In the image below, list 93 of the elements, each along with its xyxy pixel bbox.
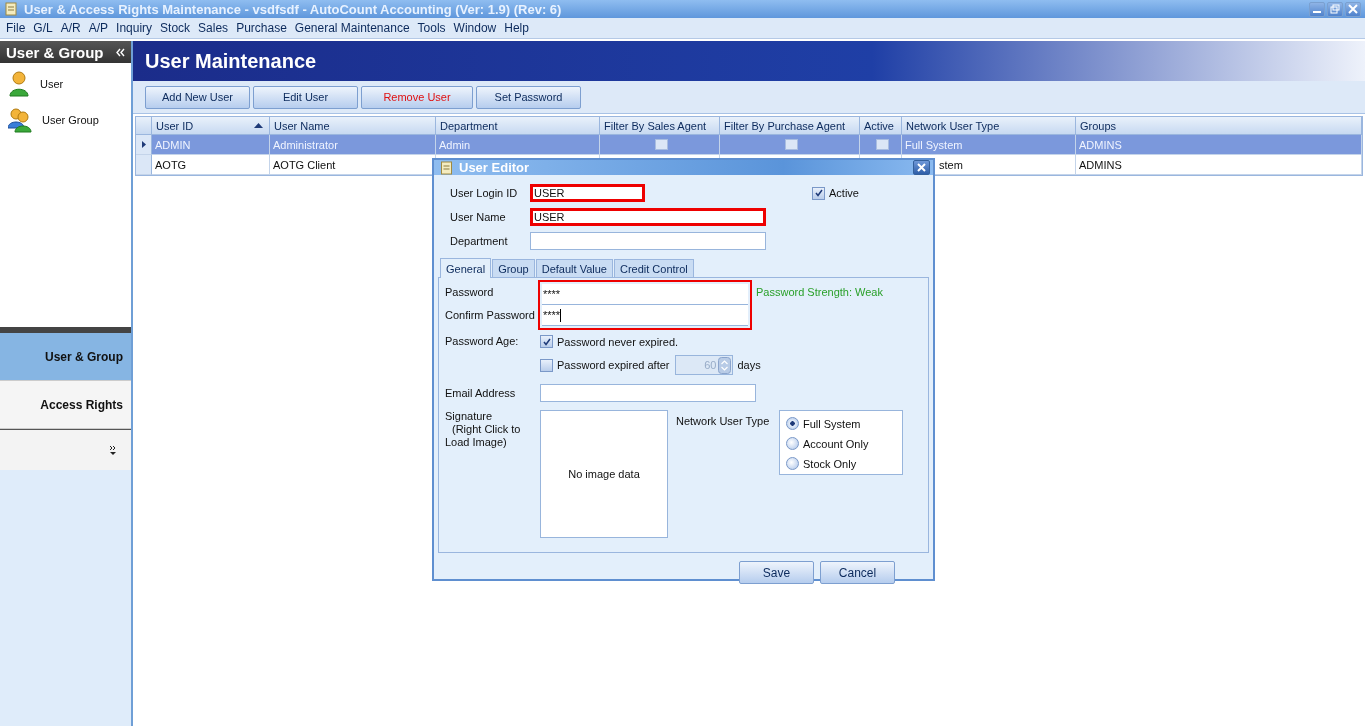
login-id-field[interactable]: USER: [530, 184, 645, 202]
tab[interactable]: General: [440, 258, 492, 278]
sidebar-title: User & Group: [6, 43, 104, 61]
column-header[interactable]: User ID: [152, 117, 270, 135]
menu-item[interactable]: File: [2, 21, 30, 35]
radio-button[interactable]: Account Only: [786, 437, 902, 450]
sidebar-item[interactable]: User: [8, 69, 123, 99]
notepad-icon: [440, 160, 453, 175]
signature-image-area[interactable]: No image data: [540, 410, 668, 538]
minimize-icon: [1313, 11, 1321, 13]
email-field[interactable]: [540, 384, 756, 402]
field-label: Department: [450, 235, 509, 247]
menu-item[interactable]: A/R: [56, 21, 85, 35]
menu-item[interactable]: General Maintenance: [290, 21, 414, 35]
column-header[interactable]: Active: [860, 117, 902, 135]
menu-item[interactable]: Tools: [413, 21, 450, 35]
radio-button[interactable]: Full System: [786, 417, 902, 430]
password-field[interactable]: ****: [542, 284, 748, 305]
menu-item[interactable]: Help: [500, 21, 533, 35]
toolbar-button[interactable]: Edit User: [253, 85, 358, 109]
dialog-button[interactable]: Cancel: [820, 561, 895, 584]
checkbox[interactable]: [875, 139, 889, 150]
close-icon: [917, 163, 926, 172]
user-icon: [8, 70, 30, 98]
table-cell: AOTG: [152, 155, 270, 175]
tab[interactable]: Credit Control: [613, 259, 694, 277]
field-label: Network User Type: [676, 415, 771, 427]
column-header[interactable]: Department: [436, 117, 600, 135]
column-header[interactable]: Filter By Sales Agent: [600, 117, 720, 135]
table-cell: Full System: [902, 135, 1076, 155]
field-label: Password Age:: [445, 335, 520, 349]
menu-item[interactable]: Purchase: [232, 21, 291, 35]
check-icon: [813, 188, 824, 198]
field-label: Email Address: [445, 387, 517, 399]
sort-ascending-icon: [254, 123, 263, 128]
notepad-icon: [4, 2, 18, 16]
splitter-grip[interactable]: [0, 327, 131, 333]
close-button[interactable]: [913, 160, 930, 175]
menu-item[interactable]: Stock: [156, 21, 195, 35]
field-label: Password: [445, 286, 495, 298]
menu-item[interactable]: Window: [449, 21, 501, 35]
active-checkbox[interactable]: Active: [812, 186, 859, 200]
field-label: User Login ID: [450, 187, 519, 199]
expired-after-checkbox[interactable]: Password expired after: [540, 358, 670, 372]
toolbar-button[interactable]: Add New User: [145, 85, 250, 109]
unit-label: days: [737, 359, 761, 371]
table-cell: ADMIN: [152, 135, 270, 155]
menu-item[interactable]: A/P: [84, 21, 113, 35]
close-button[interactable]: [1345, 1, 1361, 17]
field-label: User Name: [450, 211, 507, 223]
menu-item[interactable]: Sales: [194, 21, 233, 35]
current-row-icon: [141, 141, 146, 148]
column-header[interactable]: Filter By Purchase Agent: [720, 117, 860, 135]
table-cell: Administrator: [270, 135, 436, 155]
restore-icon: [1330, 4, 1340, 14]
window-title: User & Access Rights Maintenance - vsdfsdf - AutoCount Accounting (Ver: 1.9) (Rev: 6): [24, 1, 562, 17]
table-cell: stem: [939, 158, 963, 171]
confirm-password-field[interactable]: ****: [542, 305, 748, 326]
field-label: Signature (Right Click to Load Image): [445, 410, 522, 449]
tab[interactable]: Group: [492, 259, 535, 277]
department-field[interactable]: [530, 232, 766, 250]
column-header[interactable]: Groups: [1076, 117, 1362, 135]
navigation-button[interactable]: User & Group: [0, 333, 131, 381]
tab[interactable]: Default Value: [535, 259, 613, 277]
never-expired-checkbox[interactable]: Password never expired.: [540, 335, 761, 348]
field-label: Confirm Password: [445, 309, 536, 321]
users-icon: [8, 106, 32, 134]
checkbox[interactable]: [784, 139, 798, 150]
toolbar-button[interactable]: Remove User: [361, 85, 473, 109]
menu-item[interactable]: Inquiry: [112, 21, 157, 35]
column-header[interactable]: Network User Type: [902, 117, 1076, 135]
radio-button[interactable]: Stock Only: [786, 457, 902, 470]
menu-item[interactable]: G/L: [29, 21, 57, 35]
collapse-icon[interactable]: [116, 47, 126, 57]
dialog-title: User Editor: [459, 160, 530, 175]
minimize-button[interactable]: [1309, 1, 1325, 17]
dialog-button[interactable]: Save: [739, 561, 814, 584]
table-cell: ADMINS: [1076, 155, 1362, 175]
navigation-button[interactable]: Access Rights: [0, 381, 131, 429]
check-icon: [541, 336, 552, 347]
page-title: User Maintenance: [145, 49, 317, 73]
user-name-field[interactable]: USER: [530, 208, 766, 226]
toolbar-button[interactable]: Set Password: [476, 85, 581, 109]
more-icon[interactable]: [109, 445, 117, 455]
row-header[interactable]: [136, 135, 152, 155]
table-cell: ADMINS: [1076, 135, 1362, 155]
checkbox[interactable]: [654, 139, 668, 150]
password-strength: Password Strength: Weak: [756, 285, 883, 298]
sidebar-item[interactable]: User Group: [8, 105, 123, 135]
close-icon: [1348, 4, 1358, 14]
table-cell: Admin: [436, 135, 600, 155]
column-header[interactable]: User Name: [270, 117, 436, 135]
restore-button[interactable]: [1327, 1, 1343, 17]
